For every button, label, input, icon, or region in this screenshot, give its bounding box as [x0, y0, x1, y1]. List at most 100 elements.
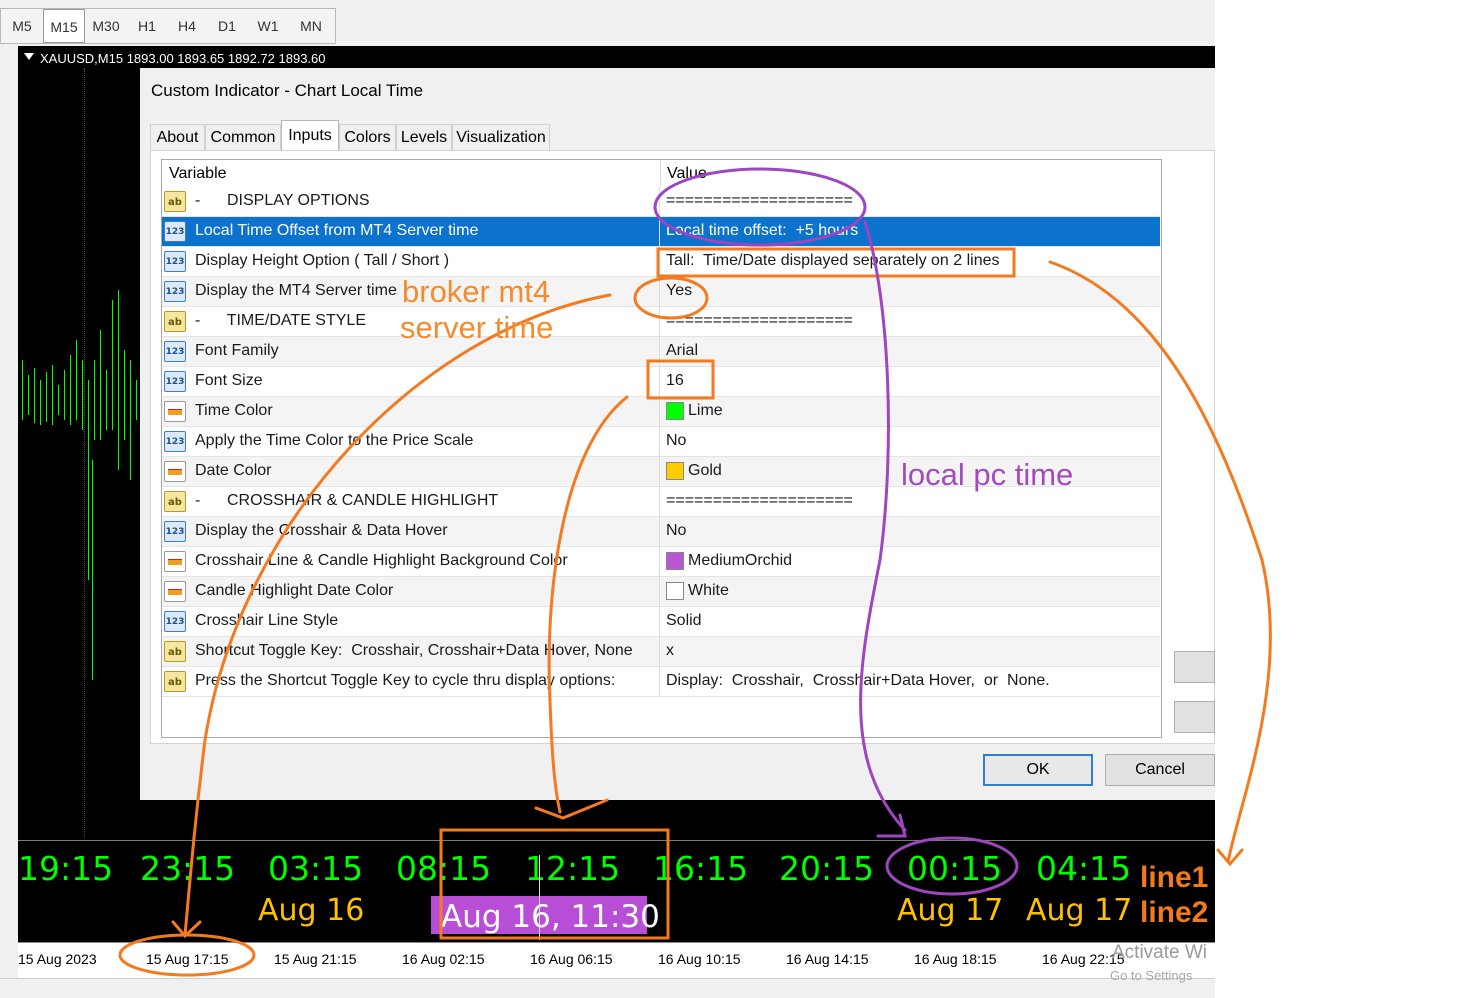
input-variable-label: Display the MT4 Server time	[195, 282, 397, 299]
tab-common[interactable]: Common	[205, 124, 281, 150]
candle	[82, 360, 83, 430]
input-row[interactable]: 123 Font Family Arial	[162, 337, 1160, 367]
tab-about[interactable]: About	[150, 124, 205, 150]
color-swatch[interactable]	[666, 582, 684, 600]
ok-button[interactable]: OK	[983, 754, 1093, 786]
cancel-button[interactable]: Cancel	[1105, 754, 1215, 786]
input-row[interactable]: 123 Display the Crosshair & Data Hover No	[162, 517, 1160, 547]
input-variable-label: - TIME/DATE STYLE	[195, 312, 366, 329]
column-header-variable[interactable]: Variable	[169, 165, 227, 183]
input-variable-label: Display the Crosshair & Data Hover	[195, 522, 448, 539]
ab-icon: ab	[164, 311, 186, 332]
input-value[interactable]: MediumOrchid	[688, 552, 792, 570]
input-value[interactable]: Display: Crosshair, Crosshair+Data Hover…	[666, 672, 1050, 690]
color-swatch[interactable]	[666, 402, 684, 420]
input-row[interactable]: ab - TIME/DATE STYLE ====================	[162, 307, 1160, 337]
annotation-local-pc-time: local pc time	[901, 457, 1074, 492]
tab-colors[interactable]: Colors	[339, 124, 396, 150]
input-row[interactable]: Crosshair Line & Candle Highlight Backgr…	[162, 547, 1160, 577]
input-value[interactable]: x	[666, 642, 674, 660]
input-row[interactable]: 123 Apply the Time Color to the Price Sca…	[162, 427, 1160, 457]
candle	[58, 385, 59, 415]
time-scale-label: 16 Aug 14:15	[786, 951, 869, 967]
row-column-separator	[659, 277, 660, 307]
input-row[interactable]: 123 Display the MT4 Server time Yes	[162, 277, 1160, 307]
timeframe-h1[interactable]: H1	[127, 9, 167, 43]
123-icon: 123	[164, 521, 186, 542]
input-variable-label: Display Height Option ( Tall / Short )	[195, 252, 450, 269]
input-row[interactable]: 123 Crosshair Line Style Solid	[162, 607, 1160, 637]
input-variable-label: - DISPLAY OPTIONS	[195, 192, 370, 209]
input-variable-label: Candle Highlight Date Color	[195, 582, 394, 599]
input-value[interactable]: Tall: Time/Date displayed separately on …	[666, 252, 1000, 270]
annotation-broker-line2: server time	[400, 310, 554, 345]
input-variable-label: - CROSSHAIR & CANDLE HIGHLIGHT	[195, 492, 499, 509]
input-value[interactable]: Yes	[666, 282, 692, 300]
time-scale-label: 16 Aug 06:15	[530, 951, 613, 967]
input-row[interactable]: 123 Display Height Option ( Tall / Short …	[162, 247, 1160, 277]
tab-inputs[interactable]: Inputs	[281, 120, 339, 151]
candle	[94, 360, 95, 440]
candle-wick	[92, 460, 93, 680]
annotation-line2: line2	[1140, 896, 1209, 929]
annotation-broker-line1: broker mt4	[402, 274, 551, 309]
column-separator	[660, 160, 661, 186]
row-column-separator	[659, 577, 660, 607]
color-swatch[interactable]	[666, 552, 684, 570]
input-row[interactable]: Time Color Lime	[162, 397, 1160, 427]
tab-visualization[interactable]: Visualization	[452, 124, 550, 150]
input-row[interactable]: 123 Font Size 16	[162, 367, 1160, 397]
color-swatch[interactable]	[666, 462, 684, 480]
time-label: 03:15	[268, 849, 364, 888]
input-row[interactable]: Candle Highlight Date Color White	[162, 577, 1160, 607]
input-variable-label: Shortcut Toggle Key: Crosshair, Crosshai…	[195, 642, 633, 659]
timeframe-m5[interactable]: M5	[1, 9, 43, 43]
input-value[interactable]: Local time offset: +5 hours	[666, 222, 858, 240]
row-column-separator	[659, 487, 660, 517]
dialog-title: Custom Indicator - Chart Local Time	[151, 81, 424, 100]
input-value[interactable]: Gold	[688, 462, 722, 480]
tab-levels[interactable]: Levels	[396, 124, 452, 150]
input-variable-label: Crosshair Line & Candle Highlight Backgr…	[195, 552, 568, 569]
input-value[interactable]: No	[666, 432, 686, 450]
input-value[interactable]: ====================	[666, 492, 853, 510]
timeframe-d1[interactable]: D1	[207, 9, 247, 43]
input-value[interactable]: Arial	[666, 342, 698, 360]
candle	[64, 370, 65, 420]
timeframe-bar: M5 M15 M30 H1 H4 D1 W1 MN	[0, 8, 336, 44]
input-row[interactable]: ab - DISPLAY OPTIONS ====================	[162, 187, 1160, 217]
timeframe-h4[interactable]: H4	[167, 9, 207, 43]
123-icon: 123	[164, 611, 186, 632]
horizontal-scrollbar[interactable]	[0, 978, 1215, 998]
row-column-separator	[659, 337, 660, 367]
save-button[interactable]	[1174, 701, 1215, 733]
input-row[interactable]: 123 Local Time Offset from MT4 Server tim…	[162, 217, 1160, 247]
candle	[46, 372, 47, 422]
color-icon	[164, 581, 186, 602]
timeframe-m15[interactable]: M15	[43, 9, 85, 43]
candle	[28, 375, 29, 415]
input-value[interactable]: White	[688, 582, 729, 600]
input-value[interactable]: No	[666, 522, 686, 540]
chart-menu-arrow-icon[interactable]	[24, 53, 34, 60]
input-value[interactable]: ====================	[666, 192, 853, 210]
input-value[interactable]: Solid	[666, 612, 702, 630]
timeframe-mn[interactable]: MN	[289, 9, 333, 43]
input-value[interactable]: 16	[666, 372, 684, 390]
input-row[interactable]: ab Shortcut Toggle Key: Crosshair, Crossh…	[162, 637, 1160, 667]
candle	[40, 380, 41, 425]
time-scale-label: 15 Aug 17:15	[146, 951, 229, 967]
color-icon	[164, 461, 186, 482]
timeframe-w1[interactable]: W1	[247, 9, 289, 43]
input-row[interactable]: ab Press the Shortcut Toggle Key to cycle…	[162, 667, 1160, 697]
load-button[interactable]	[1174, 651, 1215, 683]
color-icon	[164, 551, 186, 572]
input-value[interactable]: Lime	[688, 402, 723, 420]
timeframe-m30[interactable]: M30	[85, 9, 127, 43]
time-label: 23:15	[140, 849, 236, 888]
input-value[interactable]: ====================	[666, 312, 853, 330]
time-label: 16:15	[653, 849, 749, 888]
candle	[106, 370, 107, 430]
time-label: 19:15	[18, 849, 114, 888]
column-header-value[interactable]: Value	[667, 165, 707, 183]
